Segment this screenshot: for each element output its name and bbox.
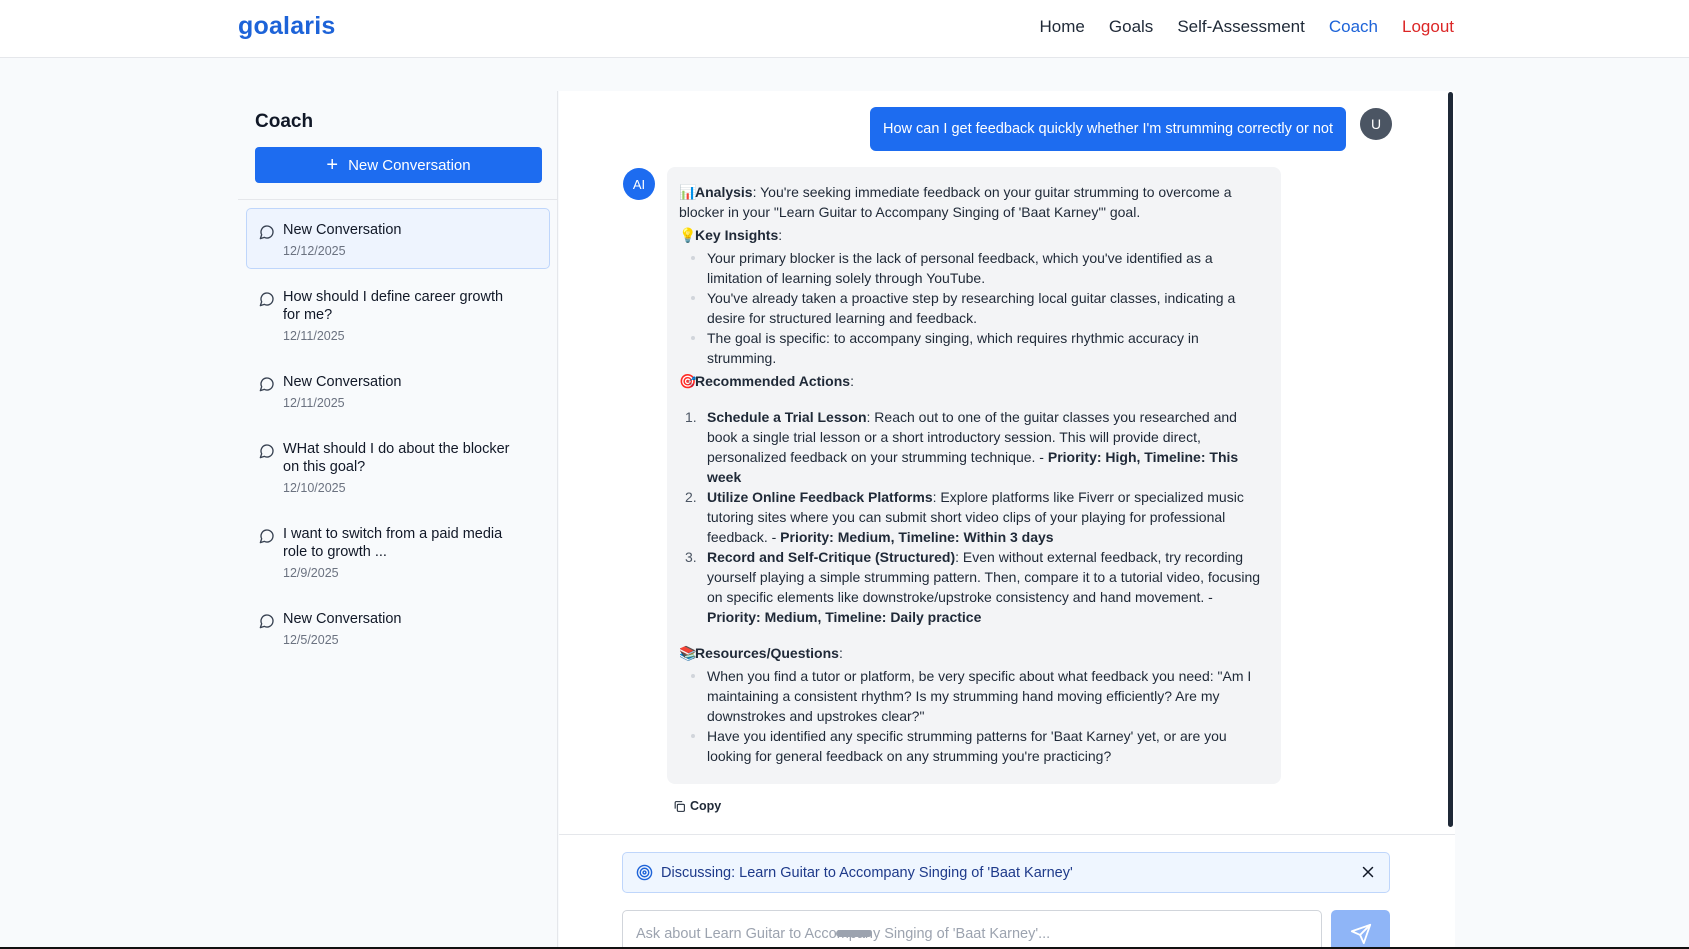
user-avatar: U	[1360, 108, 1392, 140]
chat-bubble-icon	[259, 225, 274, 240]
conversation-title: New Conversation	[283, 374, 402, 390]
conversation-title: New Conversation	[283, 222, 402, 238]
target-icon	[636, 864, 653, 881]
resources-label: Resources/Questions	[695, 645, 839, 661]
nav-links: Home Goals Self-Assessment Coach Logout	[1040, 17, 1454, 37]
chat-bubble-icon	[259, 377, 274, 392]
copy-icon	[674, 800, 685, 812]
conversation-date: 12/12/2025	[283, 244, 346, 258]
chat-bubble-icon	[259, 292, 274, 307]
plus-icon: +	[326, 154, 339, 176]
books-icon: 📚	[679, 645, 697, 661]
list-number: 2.	[685, 489, 697, 505]
list-number: 3.	[685, 549, 697, 565]
list-item: Have you identified any specific strummi…	[691, 726, 1267, 766]
actions-list: 1. Schedule a Trial Lesson: Reach out to …	[679, 407, 1267, 627]
actions-heading: 🎯Recommended Actions:	[679, 373, 854, 389]
actions-label: Recommended Actions	[695, 373, 851, 389]
list-item: You've already taken a proactive step by…	[691, 288, 1267, 328]
chat-bubble-icon	[259, 529, 274, 544]
conversation-date: 12/5/2025	[283, 633, 339, 647]
context-text: Discussing: Learn Guitar to Accompany Si…	[661, 864, 1073, 881]
conversation-title: New Conversation	[283, 611, 402, 627]
sidebar-divider	[238, 199, 558, 200]
list-item: 3. Record and Self-Critique (Structured):…	[685, 547, 1267, 627]
conversation-date: 12/11/2025	[283, 329, 345, 343]
sidebar-title: Coach	[255, 111, 314, 132]
conversation-item[interactable]: New Conversation 12/5/2025	[246, 597, 550, 658]
conversation-item[interactable]: How should I define career growth for me…	[246, 275, 550, 354]
conversation-item[interactable]: New Conversation 12/12/2025	[246, 208, 550, 269]
nav-self-assessment[interactable]: Self-Assessment	[1177, 17, 1305, 37]
nav-goals[interactable]: Goals	[1109, 17, 1153, 37]
conversation-date: 12/10/2025	[283, 481, 346, 495]
resources-list: When you find a tutor or platform, be ve…	[679, 666, 1267, 766]
send-icon	[1350, 923, 1371, 945]
conversation-item[interactable]: WHat should I do about the blocker on th…	[246, 427, 550, 506]
message-list[interactable]: How can I get feedback quickly whether I…	[559, 91, 1455, 834]
user-message-bubble: How can I get feedback quickly whether I…	[869, 107, 1346, 151]
target-icon: 🎯	[679, 373, 697, 389]
chat-composer: Discussing: Learn Guitar to Accompany Si…	[559, 834, 1455, 949]
action-priority: Priority: Medium, Timeline: Within 3 day…	[780, 529, 1054, 545]
top-navbar: goalaris Home Goals Self-Assessment Coac…	[0, 0, 1689, 58]
conversation-list: New Conversation 12/12/2025 How should I…	[246, 208, 550, 664]
lightbulb-icon: 💡	[679, 227, 697, 243]
action-priority: Priority: Medium, Timeline: Daily practi…	[707, 609, 982, 625]
conversation-title: How should I define career growth for me…	[283, 289, 504, 323]
new-conversation-label: New Conversation	[348, 156, 471, 174]
insights-list: Your primary blocker is the lack of pers…	[679, 248, 1267, 368]
ai-message-bubble: 📊Analysis: You're seeking immediate feed…	[667, 167, 1281, 784]
resources-heading: 📚Resources/Questions:	[679, 645, 843, 661]
user-message-text: How can I get feedback quickly whether I…	[882, 121, 1333, 137]
resize-handle[interactable]	[836, 930, 872, 937]
conversation-title: I want to switch from a paid media role …	[283, 526, 503, 560]
scrollbar[interactable]	[1448, 92, 1453, 827]
conversation-item[interactable]: I want to switch from a paid media role …	[246, 512, 550, 591]
conversation-title: WHat should I do about the blocker on th…	[283, 441, 510, 475]
action-title: Record and Self-Critique (Structured)	[707, 549, 956, 565]
list-item: Your primary blocker is the lack of pers…	[691, 248, 1267, 288]
list-item: 2. Utilize Online Feedback Platforms: Exp…	[685, 487, 1267, 547]
analysis-text: : You're seeking immediate feedback on y…	[679, 184, 1232, 220]
analysis-label: Analysis	[695, 184, 753, 200]
conversation-date: 12/11/2025	[283, 396, 345, 410]
analysis-paragraph: 📊Analysis: You're seeking immediate feed…	[679, 182, 1267, 222]
nav-home[interactable]: Home	[1040, 17, 1085, 37]
conversation-sidebar: Coach + New Conversation New Conversatio…	[238, 91, 558, 949]
send-button[interactable]	[1331, 910, 1390, 949]
brand-logo[interactable]: goalaris	[238, 12, 335, 41]
action-title: Utilize Online Feedback Platforms	[707, 489, 933, 505]
chat-panel: How can I get feedback quickly whether I…	[559, 91, 1455, 949]
message-input[interactable]	[622, 910, 1322, 949]
copy-button[interactable]: Copy	[673, 799, 721, 813]
action-title: Schedule a Trial Lesson	[707, 409, 867, 425]
insights-label: Key Insights	[695, 227, 779, 243]
list-item: When you find a tutor or platform, be ve…	[691, 666, 1267, 726]
chat-bubble-icon	[259, 444, 274, 459]
new-conversation-button[interactable]: + New Conversation	[255, 147, 542, 183]
goal-context-banner: Discussing: Learn Guitar to Accompany Si…	[622, 852, 1390, 893]
nav-logout[interactable]: Logout	[1402, 17, 1454, 37]
list-item: The goal is specific: to accompany singi…	[691, 328, 1267, 368]
copy-label: Copy	[690, 799, 722, 813]
close-icon[interactable]	[1359, 863, 1377, 881]
ai-avatar: AI	[623, 168, 655, 200]
conversation-date: 12/9/2025	[283, 566, 339, 580]
conversation-item[interactable]: New Conversation 12/11/2025	[246, 360, 550, 421]
list-item: 1. Schedule a Trial Lesson: Reach out to …	[685, 407, 1267, 487]
bar-chart-icon: 📊	[679, 184, 697, 200]
chat-bubble-icon	[259, 614, 274, 629]
list-number: 1.	[685, 409, 697, 425]
insights-heading: 💡Key Insights:	[679, 227, 783, 243]
nav-coach[interactable]: Coach	[1329, 17, 1378, 37]
